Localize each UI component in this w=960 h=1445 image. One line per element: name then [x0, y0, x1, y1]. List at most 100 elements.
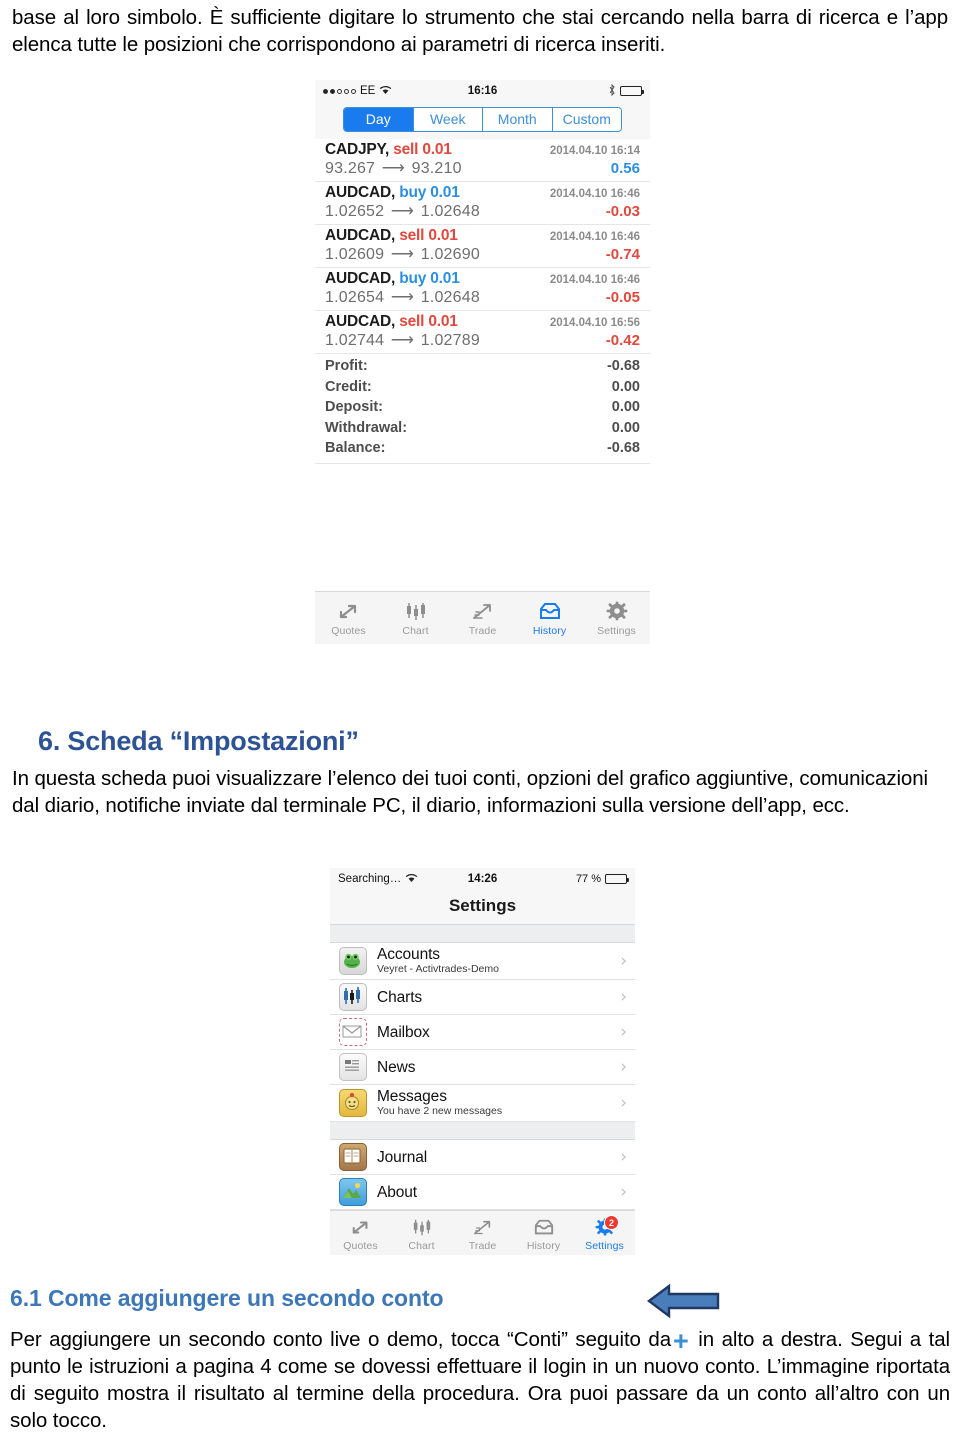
section6-paragraph: In questa scheda puoi visualizzare l’ele…: [12, 767, 928, 817]
history-tabbar: Quotes Chart Trade History Settings: [315, 590, 650, 644]
tab-quotes[interactable]: Quotes: [315, 592, 382, 644]
trade-prices: 93.267 ⟶ 93.210: [325, 158, 462, 178]
callout-arrow-left-icon: [647, 1283, 720, 1319]
list-item-title: Charts: [377, 988, 423, 1006]
section61-heading: 6.1 Come aggiungere un secondo conto: [10, 1285, 444, 1311]
tab-quotes[interactable]: Quotes: [330, 1211, 391, 1255]
list-item-text: Mailbox: [377, 1024, 614, 1041]
trade-symbol-side: AUDCAD, buy 0.01: [325, 184, 460, 202]
trade-side: buy 0.01: [399, 270, 460, 287]
trade-prices: 1.02654 ⟶ 1.02648: [325, 287, 480, 307]
tab-trade[interactable]: Trade: [452, 1211, 513, 1255]
trade-close-price: 1.02648: [420, 203, 480, 220]
wifi-icon: [379, 85, 392, 98]
empty-area: [315, 463, 650, 591]
settings-statusbar: Searching… 14:26 77 %: [330, 868, 635, 890]
trade-profit: -0.03: [605, 203, 640, 220]
list-group-spacer-2: [330, 1122, 635, 1140]
table-row[interactable]: AUDCAD, sell 0.01 2014.04.10 16:46 1.026…: [315, 225, 650, 268]
tab-settings[interactable]: Settings: [583, 592, 650, 644]
table-row[interactable]: AUDCAD, buy 0.01 2014.04.10 16:46 1.0265…: [315, 268, 650, 311]
list-item-title: Journal: [377, 1148, 428, 1166]
journal-icon: [339, 1143, 367, 1171]
tab-history[interactable]: History: [513, 1211, 574, 1255]
period-segmented-control[interactable]: Day Week Month Custom: [343, 107, 622, 132]
tab-label: Settings: [585, 1240, 624, 1252]
segment-custom[interactable]: Custom: [551, 108, 621, 131]
segment-day[interactable]: Day: [344, 108, 413, 131]
trade-close-price: 1.02690: [420, 246, 480, 263]
list-item[interactable]: Messages You have 2 new messages ›: [330, 1085, 635, 1122]
list-item-text: News: [377, 1059, 614, 1076]
arrow-right-icon: ⟶: [381, 160, 405, 177]
trade-prices: 1.02609 ⟶ 1.02690: [325, 244, 480, 264]
trade-open-price: 93.267: [325, 160, 376, 177]
list-item[interactable]: Mailbox ›: [330, 1015, 635, 1050]
trade-profit: 0.56: [610, 160, 640, 177]
list-item[interactable]: Journal ›: [330, 1140, 635, 1175]
tab-chart[interactable]: Chart: [382, 592, 449, 644]
arrow-right-icon: ⟶: [390, 289, 415, 306]
gear-icon: [605, 599, 629, 623]
list-item[interactable]: Charts ›: [330, 980, 635, 1015]
segment-week[interactable]: Week: [412, 108, 482, 131]
bluetooth-icon: [608, 83, 616, 99]
table-row[interactable]: AUDCAD, buy 0.01 2014.04.10 16:46 1.0265…: [315, 182, 650, 225]
list-item-text: Journal: [377, 1149, 614, 1166]
list-item-title: About: [377, 1183, 418, 1201]
table-row[interactable]: CADJPY, sell 0.01 2014.04.10 16:14 93.26…: [315, 139, 650, 182]
trade-side: sell 0.01: [399, 313, 458, 330]
tab-label: History: [532, 624, 567, 637]
statusbar-right: [497, 83, 645, 99]
trade-side: sell 0.01: [393, 141, 452, 158]
summary-value: -0.68: [606, 440, 640, 456]
chevron-right-icon: ›: [620, 1057, 627, 1077]
tab-label: Quotes: [331, 624, 366, 637]
tab-chart[interactable]: Chart: [391, 1211, 452, 1255]
list-item[interactable]: Accounts Veyret - Activtrades-Demo ›: [330, 943, 635, 980]
trade-symbol: AUDCAD,: [325, 313, 396, 330]
history-statusbar: EE 16:16: [315, 80, 650, 102]
chevron-right-icon: ›: [620, 951, 627, 971]
trade-open-price: 1.02609: [325, 246, 385, 263]
statusbar-clock: 16:16: [467, 85, 498, 97]
section61-text-part1: Per aggiungere un secondo conto live o d…: [10, 1328, 672, 1351]
statusbar-left: Searching…: [338, 873, 468, 886]
trade-prices: 1.02744 ⟶ 1.02789: [325, 330, 480, 350]
segment-month[interactable]: Month: [482, 108, 552, 131]
arrow-right-icon: ⟶: [390, 246, 415, 263]
charts-icon: [339, 983, 367, 1011]
history-icon: [538, 599, 562, 623]
tab-settings[interactable]: Settings 2: [574, 1211, 635, 1255]
trade-open-price: 1.02744: [325, 332, 385, 349]
list-item-text: Messages You have 2 new messages: [377, 1088, 614, 1118]
trade-side: sell 0.01: [399, 227, 458, 244]
arrow-right-icon: ⟶: [390, 203, 415, 220]
trade-symbol-side: AUDCAD, buy 0.01: [325, 270, 460, 288]
list-item-text: Charts: [377, 989, 614, 1006]
wifi-icon: [405, 873, 418, 886]
trade-close-price: 1.02648: [420, 289, 480, 306]
tab-trade[interactable]: Trade: [449, 592, 516, 644]
tab-label: Chart: [402, 624, 429, 637]
list-item-title: Messages: [377, 1088, 447, 1105]
carrier-label: Searching…: [338, 873, 402, 885]
tab-history[interactable]: History: [516, 592, 583, 644]
list-item-text: About: [377, 1184, 614, 1201]
trade-profit: -0.05: [605, 289, 640, 306]
list-item[interactable]: News ›: [330, 1050, 635, 1085]
trade-icon: [472, 1214, 494, 1238]
list-item[interactable]: About ›: [330, 1175, 635, 1210]
battery-percent-label: 77 %: [575, 873, 602, 885]
chevron-right-icon: ›: [620, 987, 627, 1007]
chevron-right-icon: ›: [620, 1022, 627, 1042]
tab-label: Trade: [468, 624, 497, 637]
messages-icon: [339, 1089, 367, 1117]
trade-time: 2014.04.10 16:46: [549, 274, 640, 286]
quotes-icon: [337, 599, 361, 623]
table-row[interactable]: AUDCAD, sell 0.01 2014.04.10 16:56 1.027…: [315, 311, 650, 354]
trade-open-price: 1.02654: [325, 289, 385, 306]
candlestick-icon: [411, 1214, 433, 1238]
list-item-title: News: [377, 1058, 416, 1076]
chevron-right-icon: ›: [620, 1093, 627, 1113]
